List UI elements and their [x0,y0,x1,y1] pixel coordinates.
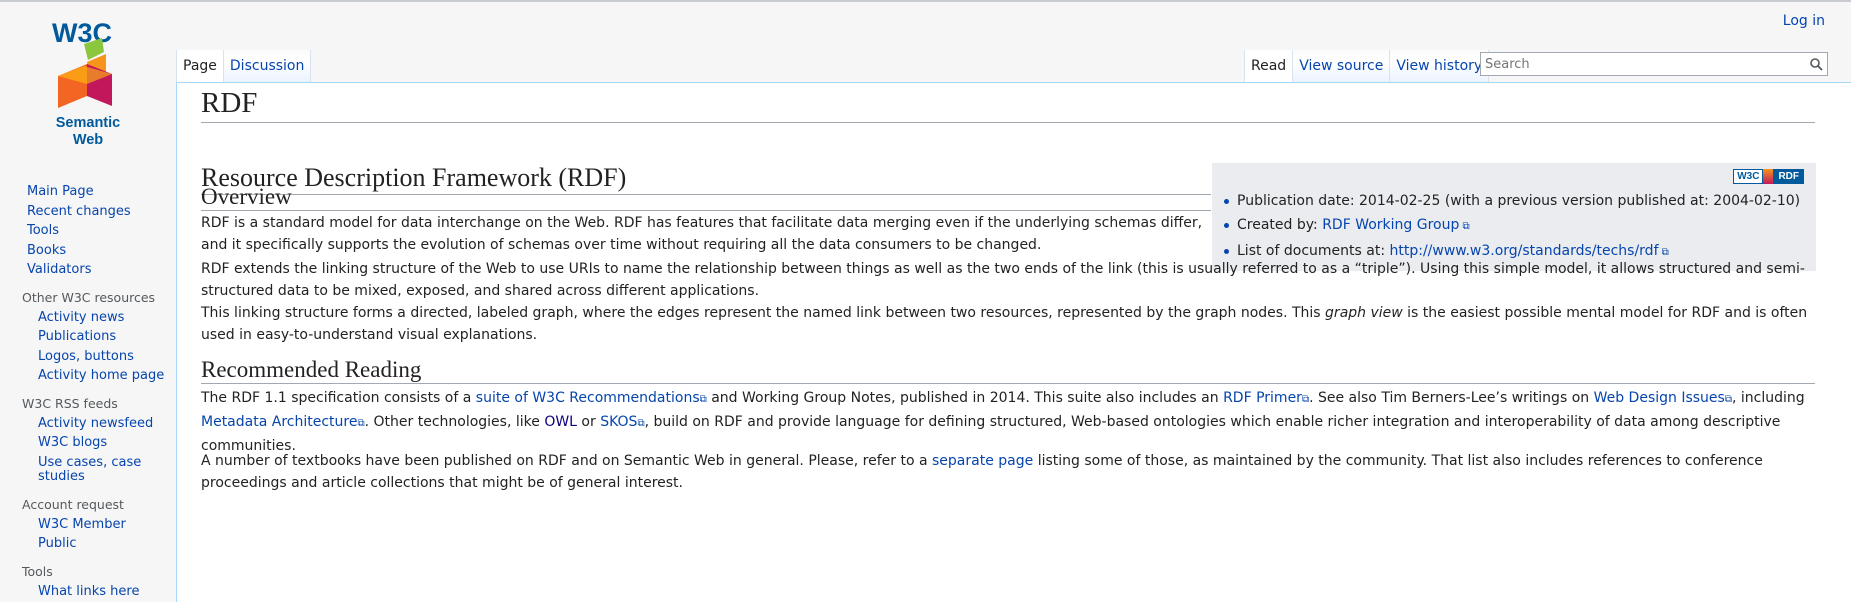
logo-web-text: Web [73,132,103,148]
badge-w3c-part: W3C [1733,169,1764,184]
badge-cube-icon [1763,169,1774,184]
sidebar-item-publications[interactable]: Publications [0,327,175,347]
badge-rdf-part: RDF [1773,169,1804,184]
sidebar-item-main-page[interactable]: Main Page [0,182,175,202]
portal-other-w3c-resources: Other W3C resources Activity news Public… [0,288,175,386]
portal-heading: Account request [22,496,124,512]
semantic-web-logo-icon: W3C Semantic Web [52,18,120,148]
w3c-recommendations-link[interactable]: suite of W3C Recommendations [476,390,700,406]
search-icon [1809,57,1823,71]
reading-p1-text-b: and Working Group Notes, published in 20… [706,390,1224,406]
sidebar-item-recent-changes[interactable]: Recent changes [0,202,175,222]
sidebar-item-public[interactable]: Public [0,534,175,554]
sidebar-item-activity-home-page[interactable]: Activity home page [0,366,175,386]
tab-read[interactable]: Read [1244,50,1293,82]
owl-link[interactable]: OWL [544,414,577,430]
overview-p1-line2: and it specifically supports the evoluti… [201,237,1042,253]
logo-w3c-text: W3C [52,18,112,48]
reading-paragraph-1: The RDF 1.1 specification consists of a … [201,387,1815,457]
search-input[interactable] [1481,56,1805,72]
external-link-icon: ⧉ [637,418,645,429]
tab-page[interactable]: Page [176,50,223,82]
infobox-publication-date: Publication date: 2014-02-25 (with a pre… [1224,189,1800,213]
sidebar-item-w3c-blogs[interactable]: W3C blogs [0,433,175,453]
page-title: RDF [201,87,1815,123]
reading-p1-text-e: . Other technologies, like [364,414,545,430]
w3c-rdf-badge[interactable]: W3C RDF [1733,169,1804,184]
main-content: RDF Resource Description Framework (RDF)… [176,82,1851,602]
sidebar-main-nav: Main Page Recent changes Tools Books Val… [0,182,175,280]
reading-p2-text-a: A number of textbooks have been publishe… [201,453,933,469]
sidebar-item-activity-news[interactable]: Activity news [0,308,175,328]
external-link-icon: ⧉ [1724,394,1732,405]
overview-paragraph-3: This linking structure forms a directed,… [201,302,1815,346]
reading-paragraph-2: A number of textbooks have been publishe… [201,450,1815,494]
logo-semantic-text: Semantic [56,115,120,131]
overview-paragraph-1: RDF is a standard model for data interch… [201,212,1815,256]
view-tabs: Read View source View history [1244,50,1490,82]
overview-p1-line1: RDF is a standard model for data interch… [201,215,1203,231]
portal-heading: Tools [22,563,53,579]
portal-tools: Tools What links here [0,562,175,602]
portal-heading: W3C RSS feeds [22,395,118,411]
overview-paragraph-2: RDF extends the linking structure of the… [201,261,1805,299]
external-link-icon: ⧉ [357,418,365,429]
reading-p1-text-a: The RDF 1.1 specification consists of a [201,390,476,406]
overview-p3-text-a: This linking structure forms a directed,… [201,305,1326,321]
sidebar-item-books[interactable]: Books [0,241,175,261]
web-design-issues-link[interactable]: Web Design Issues [1594,390,1725,406]
portal-w3c-rss-feeds: W3C RSS feeds Activity newsfeed W3C blog… [0,394,175,487]
w3c-semantic-web-logo[interactable]: W3C Semantic Web [48,14,126,150]
sidebar-item-logos-buttons[interactable]: Logos, buttons [0,347,175,367]
top-border [0,0,1851,2]
rdf-primer-link[interactable]: RDF Primer [1223,390,1302,406]
reading-p1-text-d: , including [1731,390,1805,406]
sidebar-item-tools[interactable]: Tools [0,221,175,241]
portal-heading: Other W3C resources [22,289,156,305]
tab-discussion[interactable]: Discussion [222,50,312,82]
graph-view-emphasis: graph view [1325,305,1403,321]
tab-view-source[interactable]: View source [1292,50,1390,82]
search-button[interactable] [1805,53,1827,75]
separate-page-link[interactable]: separate page [932,453,1033,469]
sidebar-item-what-links-here[interactable]: What links here [0,582,175,602]
publication-date-text: Publication date: 2014-02-25 (with a pre… [1237,193,1801,209]
login-link[interactable]: Log in [1783,13,1825,29]
namespace-tabs: Page Discussion [176,50,312,82]
search-box [1480,52,1828,76]
reading-p1-text-c: . See also Tim Berners-Lee’s writings on [1309,390,1594,406]
recommended-reading-heading: Recommended Reading [201,357,1815,384]
metadata-architecture-link[interactable]: Metadata Architecture [201,414,357,430]
external-link-icon: ⧉ [699,394,707,405]
sidebar-item-validators[interactable]: Validators [0,260,175,280]
reading-p1-text-f: or [576,414,601,430]
sidebar-item-activity-newsfeed[interactable]: Activity newsfeed [0,414,175,434]
portal-account-request: Account request W3C Member Public [0,495,175,554]
sidebar: Main Page Recent changes Tools Books Val… [0,170,175,601]
external-link-icon: ⧉ [1301,394,1310,405]
tab-view-history[interactable]: View history [1389,50,1490,82]
sidebar-item-use-cases[interactable]: Use cases, case studies [0,453,148,487]
skos-link[interactable]: SKOS [600,414,637,430]
sidebar-item-w3c-member[interactable]: W3C Member [0,515,175,535]
overview-heading: Overview [201,184,1211,211]
